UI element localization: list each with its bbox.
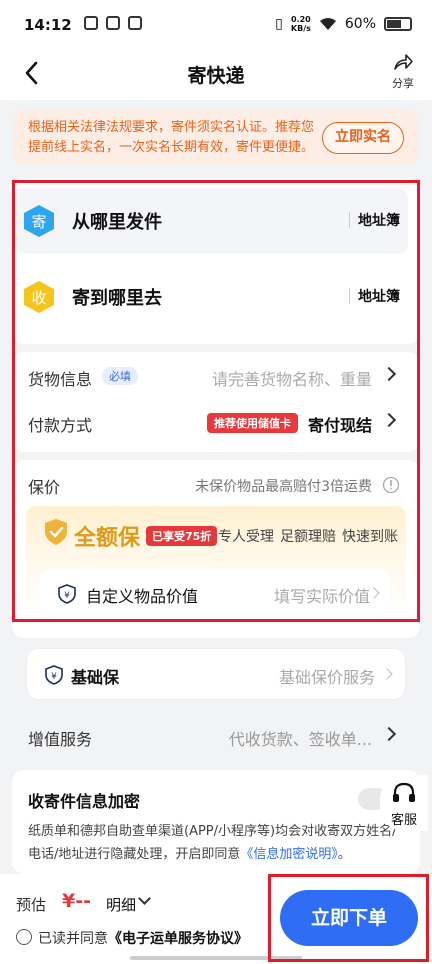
wifi-icon [319,18,336,30]
page-title: 寄快递 [187,65,245,87]
agreement-radio[interactable] [16,929,32,945]
agreement-link[interactable]: 《电子运单服务协议》 [108,931,248,947]
encryption-title: 收寄件信息加密 [28,792,141,811]
highlight-frame [12,180,420,622]
battery-icon [384,17,412,31]
realname-notice: 根据相关法律法规要求，寄件须实名认证。推荐您提前线上实名，一次实名长期有效，寄件… [14,110,418,166]
estimate-label: 预估 [16,896,47,914]
encryption-policy-link[interactable]: 《信息加密说明》 [240,847,338,862]
customer-service-button[interactable]: 客服 [380,775,428,831]
status-time: 14:12 [24,16,72,34]
value-added-row[interactable]: 增值服务 代收货款、签收单... [12,714,408,760]
highlight-frame [268,874,429,962]
status-notification-icons [84,16,142,30]
svg-text:¥: ¥ [51,672,57,682]
app-notification-icon [128,16,142,30]
chevron-right-icon [381,726,397,742]
headset-icon [393,782,415,802]
agreement-text: 已读并同意《电子运单服务协议》 [38,931,248,947]
app-notification-icon [84,16,98,30]
share-label: 分享 [392,77,414,90]
price-detail-button[interactable]: 明细 [106,894,136,915]
battery-percent: 60% [344,16,376,32]
encryption-card: 收寄件信息加密 纸质单和德邦自助查单渠道(APP/小程序等)均会对收寄双方姓名/… [12,770,420,874]
share-button[interactable]: 分享 [386,52,420,91]
basic-insurance-option[interactable]: ¥ 基础保 基础保价服务 [26,648,406,700]
net-speed: 0.20 KB/s [290,15,311,33]
app-notification-icon [106,16,120,30]
share-icon [394,54,413,70]
realname-button[interactable]: 立即实名 [322,122,404,154]
vibrate-icon: ▯ [275,16,283,32]
value-added-label: 增值服务 [28,730,93,749]
nav-bar: 寄快递 分享 [0,48,432,100]
basic-insurance-label: 基础保 [71,668,120,687]
estimated-price: ¥-- [62,890,91,912]
status-bar: 14:12 ▯ 0.20 KB/s 60% [0,0,432,48]
value-added-value: 代收货款、签收单... [228,730,372,749]
encryption-description: 纸质单和德邦自助查单渠道(APP/小程序等)均会对收寄双方姓名/电话/地址进行隐… [28,824,397,862]
yen-shield-icon: ¥ [45,665,63,685]
chevron-down-icon [138,892,151,905]
basic-insurance-value: 基础保价服务 [278,668,375,687]
notice-text: 根据相关法律法规要求，寄件须实名认证。推荐您提前线上实名，一次实名长期有效，寄件… [28,120,315,155]
customer-service-label: 客服 [390,813,417,828]
chevron-right-icon [381,668,393,680]
